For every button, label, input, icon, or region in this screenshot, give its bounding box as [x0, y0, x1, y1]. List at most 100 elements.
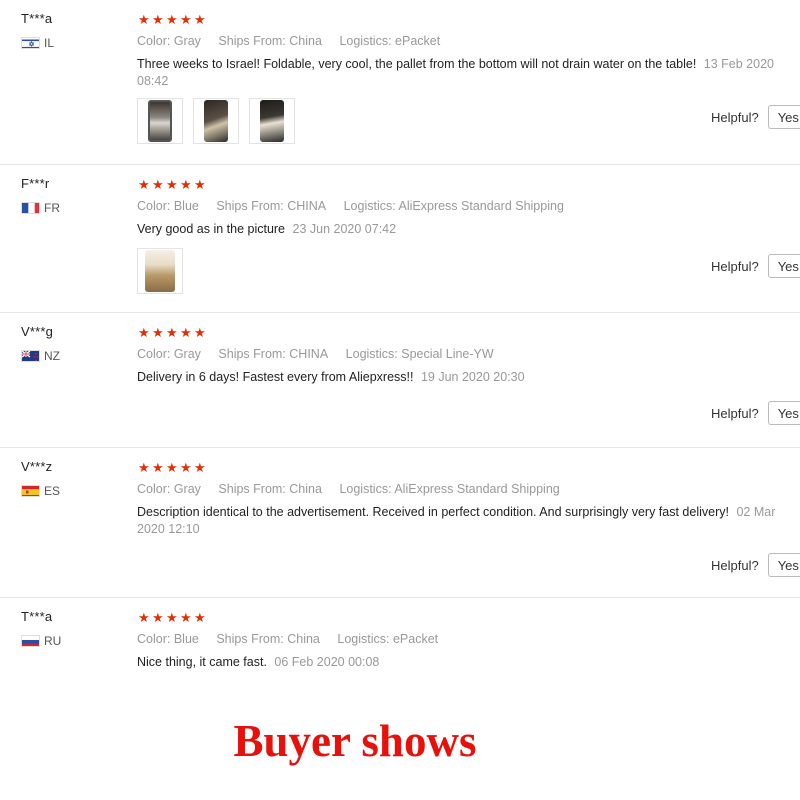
star-icon: ★ [180, 12, 192, 27]
color-value: Gray [173, 34, 201, 48]
review-item: V***g NZ ★ ★ ★ ★ ★ Color: Gray Ships From: C… [0, 313, 800, 448]
review-item: T***a IL ★ ★ ★ ★ ★ Color: Gray Ships From: C… [0, 0, 800, 165]
order-details: Color: Gray Ships From: China Logistics:… [137, 482, 574, 496]
review-date: 19 Jun 2020 20:30 [420, 370, 525, 384]
helpful-label: Helpful? [711, 405, 759, 421]
star-icon: ★ [194, 460, 206, 475]
logistics-value: ePacket [395, 34, 441, 48]
logistics-value: Special Line-YW [401, 347, 494, 361]
helpful-label: Helpful? [711, 109, 759, 125]
reviewer-country: RU [21, 634, 61, 648]
helpful-yes-button[interactable]: Yes [767, 553, 800, 577]
review-item: V***z ES ★ ★ ★ ★ ★ Color: Gray Ships From: C… [0, 448, 800, 598]
star-icon: ★ [152, 12, 164, 27]
helpful-yes-button[interactable]: Yes [767, 254, 800, 278]
country-code: RU [44, 634, 62, 648]
star-icon: ★ [166, 177, 178, 192]
ships-from-value: CHINA [289, 347, 329, 361]
review-item: T***a RU ★ ★ ★ ★ ★ Color: Blue Ships From: C… [0, 598, 800, 684]
color-value: Blue [173, 199, 199, 213]
star-icon: ★ [138, 610, 150, 625]
review-text: Very good as in the picture 23 Jun 2020 … [137, 221, 800, 238]
review-photos [137, 98, 295, 144]
reviewer-name: T***a [21, 609, 53, 624]
star-icon: ★ [194, 177, 206, 192]
star-icon: ★ [152, 177, 164, 192]
flag-new-zealand-icon [21, 350, 40, 362]
reviewer-name: V***g [21, 324, 54, 339]
ships-from-value: China [289, 482, 322, 496]
review-body: Three weeks to Israel! Foldable, very co… [137, 57, 697, 71]
reviewer-name: V***z [21, 459, 53, 474]
color-value: Blue [173, 632, 199, 646]
review-body: Description identical to the advertiseme… [137, 505, 729, 519]
star-icon: ★ [152, 325, 164, 340]
reviewer-name: F***r [21, 176, 50, 191]
reviewer-country: NZ [21, 349, 60, 363]
review-body: Very good as in the picture [137, 222, 286, 236]
star-icon: ★ [138, 12, 150, 27]
star-icon: ★ [138, 460, 150, 475]
review-photo-2 [204, 100, 228, 142]
review-item: F***r FR ★ ★ ★ ★ ★ Color: Blue Ships From: C… [0, 165, 800, 313]
order-details: Color: Gray Ships From: CHINA Logistics:… [137, 347, 508, 361]
rating-stars: ★ ★ ★ ★ ★ [138, 12, 208, 28]
rating-stars: ★ ★ ★ ★ ★ [138, 610, 208, 626]
color-label: Color: [137, 34, 171, 48]
star-icon: ★ [194, 610, 206, 625]
logistics-label: Logistics: [337, 632, 390, 646]
order-details: Color: Gray Ships From: China Logistics:… [137, 34, 454, 48]
review-photo-thumbnail[interactable] [249, 98, 295, 144]
review-photo-thumbnail[interactable] [137, 248, 183, 294]
helpful-yes-button[interactable]: Yes [767, 401, 800, 425]
review-list: T***a IL ★ ★ ★ ★ ★ Color: Gray Ships From: C… [0, 0, 800, 684]
order-details: Color: Blue Ships From: China Logistics:… [137, 632, 452, 646]
review-date: 23 Jun 2020 07:42 [292, 222, 397, 236]
rating-stars: ★ ★ ★ ★ ★ [138, 460, 208, 476]
helpful-section: Helpful? Yes [711, 553, 800, 577]
color-label: Color: [137, 347, 171, 361]
color-value: Gray [173, 482, 201, 496]
star-icon: ★ [152, 610, 164, 625]
review-body: Delivery in 6 days! Fastest every from A… [137, 370, 414, 384]
review-text: Delivery in 6 days! Fastest every from A… [137, 369, 800, 386]
ships-from-label: Ships From: [218, 34, 286, 48]
logistics-label: Logistics: [339, 34, 392, 48]
star-icon: ★ [180, 610, 192, 625]
star-icon: ★ [166, 325, 178, 340]
logistics-label: Logistics: [345, 347, 398, 361]
ships-from-label: Ships From: [218, 482, 286, 496]
star-icon: ★ [152, 460, 164, 475]
reviewer-country: FR [21, 201, 60, 215]
helpful-yes-button[interactable]: Yes [767, 105, 800, 129]
star-icon: ★ [180, 177, 192, 192]
ships-from-value: CHINA [287, 199, 327, 213]
review-date: 06 Feb 2020 00:08 [274, 655, 380, 669]
star-icon: ★ [166, 610, 178, 625]
reviewer-country: ES [21, 484, 60, 498]
review-photo-3 [260, 100, 284, 142]
flag-russia-icon [21, 635, 40, 647]
ships-from-label: Ships From: [216, 199, 284, 213]
logistics-label: Logistics: [339, 482, 392, 496]
helpful-label: Helpful? [711, 258, 759, 274]
logistics-label: Logistics: [343, 199, 396, 213]
country-code: ES [44, 484, 61, 498]
rating-stars: ★ ★ ★ ★ ★ [138, 177, 208, 193]
review-photo-thumbnail[interactable] [193, 98, 239, 144]
logistics-value: AliExpress Standard Shipping [398, 199, 564, 213]
star-icon: ★ [180, 325, 192, 340]
ships-from-value: China [289, 34, 322, 48]
review-text: Nice thing, it came fast. 06 Feb 2020 00… [137, 654, 800, 671]
country-code: FR [44, 201, 60, 215]
review-text: Description identical to the advertiseme… [137, 504, 800, 538]
star-icon: ★ [138, 325, 150, 340]
buyer-shows-banner: Buyer shows [233, 716, 477, 766]
logistics-value: AliExpress Standard Shipping [394, 482, 560, 496]
country-code: IL [44, 36, 55, 50]
review-text: Three weeks to Israel! Foldable, very co… [137, 56, 800, 90]
review-photo-thumbnail[interactable] [137, 98, 183, 144]
reviewer-country: IL [21, 36, 54, 50]
star-icon: ★ [180, 460, 192, 475]
star-icon: ★ [194, 325, 206, 340]
